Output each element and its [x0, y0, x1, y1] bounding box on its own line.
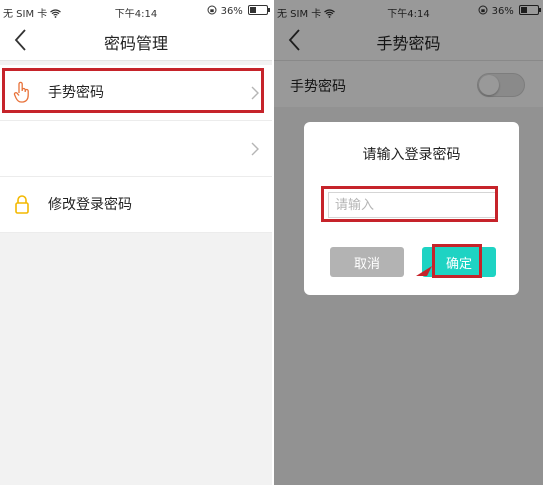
- page-title: 密码管理: [103, 34, 168, 53]
- login-password-input[interactable]: [328, 192, 496, 218]
- dialog-title: 请输入登录密码: [362, 147, 461, 163]
- arrow-pointer-icon: [414, 262, 434, 278]
- orientation-lock-icon: [207, 5, 220, 17]
- settings-list: 手势密码 修改登录密码: [0, 65, 272, 233]
- chevron-right-icon: [250, 141, 260, 156]
- password-management-screen: 无 SIM 卡 下午4:14 36% 密码管理 手势密码 修改登录密码: [0, 0, 272, 485]
- list-item-label: 修改登录密码: [48, 197, 132, 213]
- list-item-blank[interactable]: [0, 121, 272, 177]
- status-bar: 无 SIM 卡 下午4:14 36%: [0, 0, 272, 22]
- battery-percent: 36%: [220, 6, 243, 17]
- highlight-box: [2, 68, 264, 113]
- list-item-gesture-password[interactable]: 手势密码: [0, 65, 272, 121]
- battery-icon: [248, 5, 270, 15]
- lock-icon: [12, 192, 32, 216]
- gesture-password-screen: 无 SIM 卡 下午4:14 36% 手势密码 手势密码 请输入登录密码 取消 …: [274, 0, 543, 485]
- list-item-change-login-password[interactable]: 修改登录密码: [0, 177, 272, 233]
- nav-bar: 密码管理: [0, 22, 272, 61]
- password-dialog: 请输入登录密码 取消 确定: [304, 122, 519, 295]
- cancel-button[interactable]: 取消: [330, 247, 404, 277]
